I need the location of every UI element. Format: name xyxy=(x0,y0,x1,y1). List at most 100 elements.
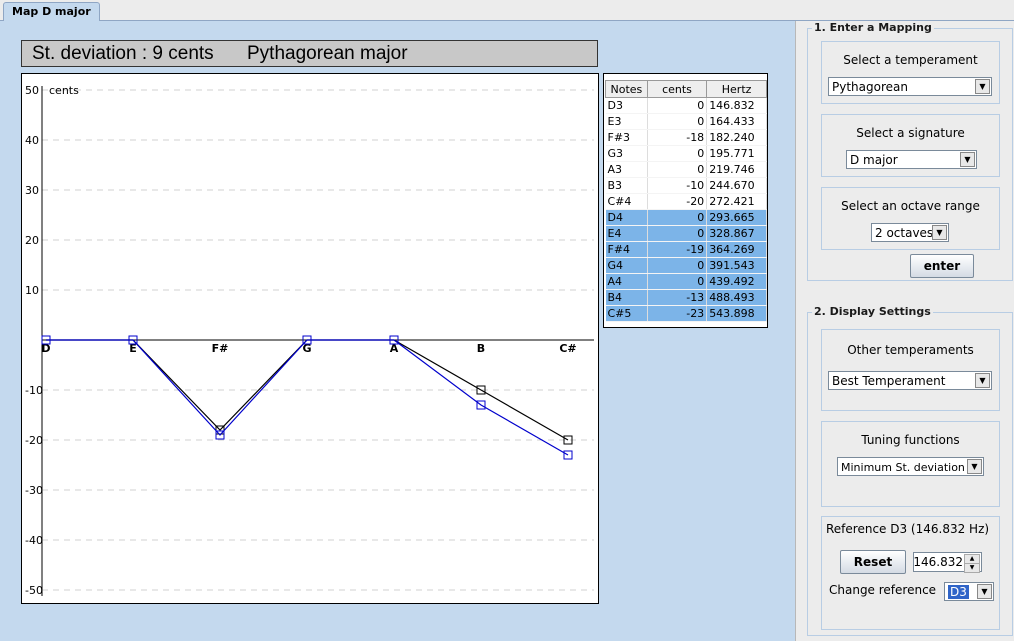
y-tick-label: 20 xyxy=(25,234,39,247)
note-cell[interactable]: G4 xyxy=(605,257,648,274)
cents-cell[interactable]: 0 xyxy=(647,113,708,130)
table-row[interactable]: B3 -10 244.670 xyxy=(605,177,767,194)
note-cell[interactable]: E3 xyxy=(605,113,648,130)
hertz-cell[interactable]: 146.832 xyxy=(706,97,767,114)
chart-title-bar: St. deviation : 9 cents Pythagorean majo… xyxy=(21,40,598,67)
y-axis-label: cents xyxy=(49,84,79,97)
hertz-cell[interactable]: 439.492 xyxy=(706,273,767,290)
hertz-cell[interactable]: 364.269 xyxy=(706,241,767,258)
note-cell[interactable]: F#3 xyxy=(605,129,648,146)
reference-section: Reference D3 (146.832 Hz) Reset 146.832 … xyxy=(821,516,1000,630)
cents-cell[interactable]: 0 xyxy=(647,225,708,242)
cents-cell[interactable]: -13 xyxy=(647,289,708,306)
y-tick-label: -50 xyxy=(25,584,43,597)
x-tick-label: B xyxy=(477,342,485,355)
spinner-down-icon[interactable]: ▼ xyxy=(964,563,980,573)
tuning-functions-label: Tuning functions xyxy=(861,433,960,447)
deviation-chart: 50 40 30 20 10 -10 -20 -30 -40 -50 cents D E F# G A B C# xyxy=(21,73,599,604)
other-temperaments-select[interactable]: Best Temperament ▼ xyxy=(828,371,992,390)
y-tick-label: 50 xyxy=(25,84,39,97)
chevron-down-icon[interactable]: ▼ xyxy=(960,152,975,167)
temperament-select[interactable]: Pythagorean ▼ xyxy=(828,77,992,96)
reference-value[interactable]: 146.832 xyxy=(913,553,963,571)
note-cell[interactable]: C#4 xyxy=(605,193,648,210)
hertz-cell[interactable]: 219.746 xyxy=(706,161,767,178)
octave-section: Select an octave range 2 octaves ▼ xyxy=(821,187,1000,250)
table-row[interactable]: G4 0 391.543 xyxy=(605,257,767,274)
table-row[interactable]: F#4 -19 364.269 xyxy=(605,241,767,258)
chevron-down-icon[interactable]: ▼ xyxy=(977,584,992,599)
note-cell[interactable]: E4 xyxy=(605,225,648,242)
tuning-functions-section: Tuning functions Minimum St. deviation ▼ xyxy=(821,421,1000,507)
cents-cell[interactable]: -19 xyxy=(647,241,708,258)
header-hertz[interactable]: Hertz xyxy=(706,80,767,98)
table-row[interactable]: D4 0 293.665 xyxy=(605,209,767,226)
table-row[interactable]: A3 0 219.746 xyxy=(605,161,767,178)
reset-button[interactable]: Reset xyxy=(840,550,906,574)
settings-panel: 1. Enter a Mapping Select a temperament … xyxy=(795,21,1014,641)
cents-cell[interactable]: 0 xyxy=(647,161,708,178)
y-tick-label: 30 xyxy=(25,184,39,197)
note-cell[interactable]: B4 xyxy=(605,289,648,306)
cents-cell[interactable]: -18 xyxy=(647,129,708,146)
chevron-down-icon[interactable]: ▼ xyxy=(932,225,947,240)
cents-cell[interactable]: 0 xyxy=(647,209,708,226)
cents-cell[interactable]: -10 xyxy=(647,177,708,194)
note-cell[interactable]: D4 xyxy=(605,209,648,226)
tab-map-d-major[interactable]: Map D major xyxy=(3,2,100,21)
signature-label: Select a signature xyxy=(856,126,965,140)
hertz-cell[interactable]: 543.898 xyxy=(706,305,767,322)
table-row[interactable]: C#5 -23 543.898 xyxy=(605,305,767,322)
cents-cell[interactable]: 0 xyxy=(647,257,708,274)
hertz-cell[interactable]: 272.421 xyxy=(706,193,767,210)
hertz-cell[interactable]: 182.240 xyxy=(706,129,767,146)
note-cell[interactable]: D3 xyxy=(605,97,648,114)
header-cents[interactable]: cents xyxy=(646,80,708,98)
display-group: 2. Display Settings Other temperaments B… xyxy=(807,305,1013,636)
note-cell[interactable]: B3 xyxy=(605,177,648,194)
table-row[interactable]: D3 0 146.832 xyxy=(605,97,767,114)
header-notes[interactable]: Notes xyxy=(605,80,648,98)
cents-cell[interactable]: 0 xyxy=(647,273,708,290)
table-row[interactable]: A4 0 439.492 xyxy=(605,273,767,290)
enter-button[interactable]: enter xyxy=(910,254,974,278)
table-row[interactable]: E4 0 328.867 xyxy=(605,225,767,242)
cents-cell[interactable]: -20 xyxy=(647,193,708,210)
cents-cell[interactable]: 0 xyxy=(647,145,708,162)
table-row[interactable]: G3 0 195.771 xyxy=(605,145,767,162)
note-cell[interactable]: F#4 xyxy=(605,241,648,258)
table-row[interactable]: E3 0 164.433 xyxy=(605,113,767,130)
hertz-cell[interactable]: 244.670 xyxy=(706,177,767,194)
temperament-section: Select a temperament Pythagorean ▼ xyxy=(821,41,1000,104)
hertz-cell[interactable]: 391.543 xyxy=(706,257,767,274)
note-cell[interactable]: A4 xyxy=(605,273,648,290)
notes-table: Notes cents Hertz D3 0 146.832 E3 0 164.433 F#… xyxy=(605,80,767,322)
deviation-label: St. deviation : 9 cents xyxy=(32,43,214,64)
hertz-cell[interactable]: 293.665 xyxy=(706,209,767,226)
signature-value: D major xyxy=(850,153,898,167)
reference-label: Reference D3 (146.832 Hz) xyxy=(826,522,990,536)
other-temperaments-section: Other temperaments Best Temperament ▼ xyxy=(821,329,1000,411)
signature-select[interactable]: D major ▼ xyxy=(846,150,977,169)
chevron-down-icon[interactable]: ▼ xyxy=(967,459,982,474)
note-cell[interactable]: A3 xyxy=(605,161,648,178)
octave-select[interactable]: 2 octaves ▼ xyxy=(871,223,949,242)
hertz-cell[interactable]: 328.867 xyxy=(706,225,767,242)
table-row[interactable]: F#3 -18 182.240 xyxy=(605,129,767,146)
reference-spinner[interactable]: 146.832 ▲ ▼ xyxy=(913,552,982,573)
table-row[interactable]: C#4 -20 272.421 xyxy=(605,193,767,210)
note-cell[interactable]: G3 xyxy=(605,145,648,162)
hertz-cell[interactable]: 195.771 xyxy=(706,145,767,162)
cents-cell[interactable]: 0 xyxy=(647,97,708,114)
change-reference-select[interactable]: D3 ▼ xyxy=(944,582,994,601)
table-row[interactable]: B4 -13 488.493 xyxy=(605,289,767,306)
note-cell[interactable]: C#5 xyxy=(605,305,648,322)
chevron-down-icon[interactable]: ▼ xyxy=(975,79,990,94)
tuning-functions-select[interactable]: Minimum St. deviation ▼ xyxy=(837,457,984,476)
hertz-cell[interactable]: 488.493 xyxy=(706,289,767,306)
chevron-down-icon[interactable]: ▼ xyxy=(975,373,990,388)
temperament-label: Pythagorean major xyxy=(247,43,408,64)
cents-cell[interactable]: -23 xyxy=(647,305,708,322)
hertz-cell[interactable]: 164.433 xyxy=(706,113,767,130)
y-tick-label: -10 xyxy=(25,384,43,397)
